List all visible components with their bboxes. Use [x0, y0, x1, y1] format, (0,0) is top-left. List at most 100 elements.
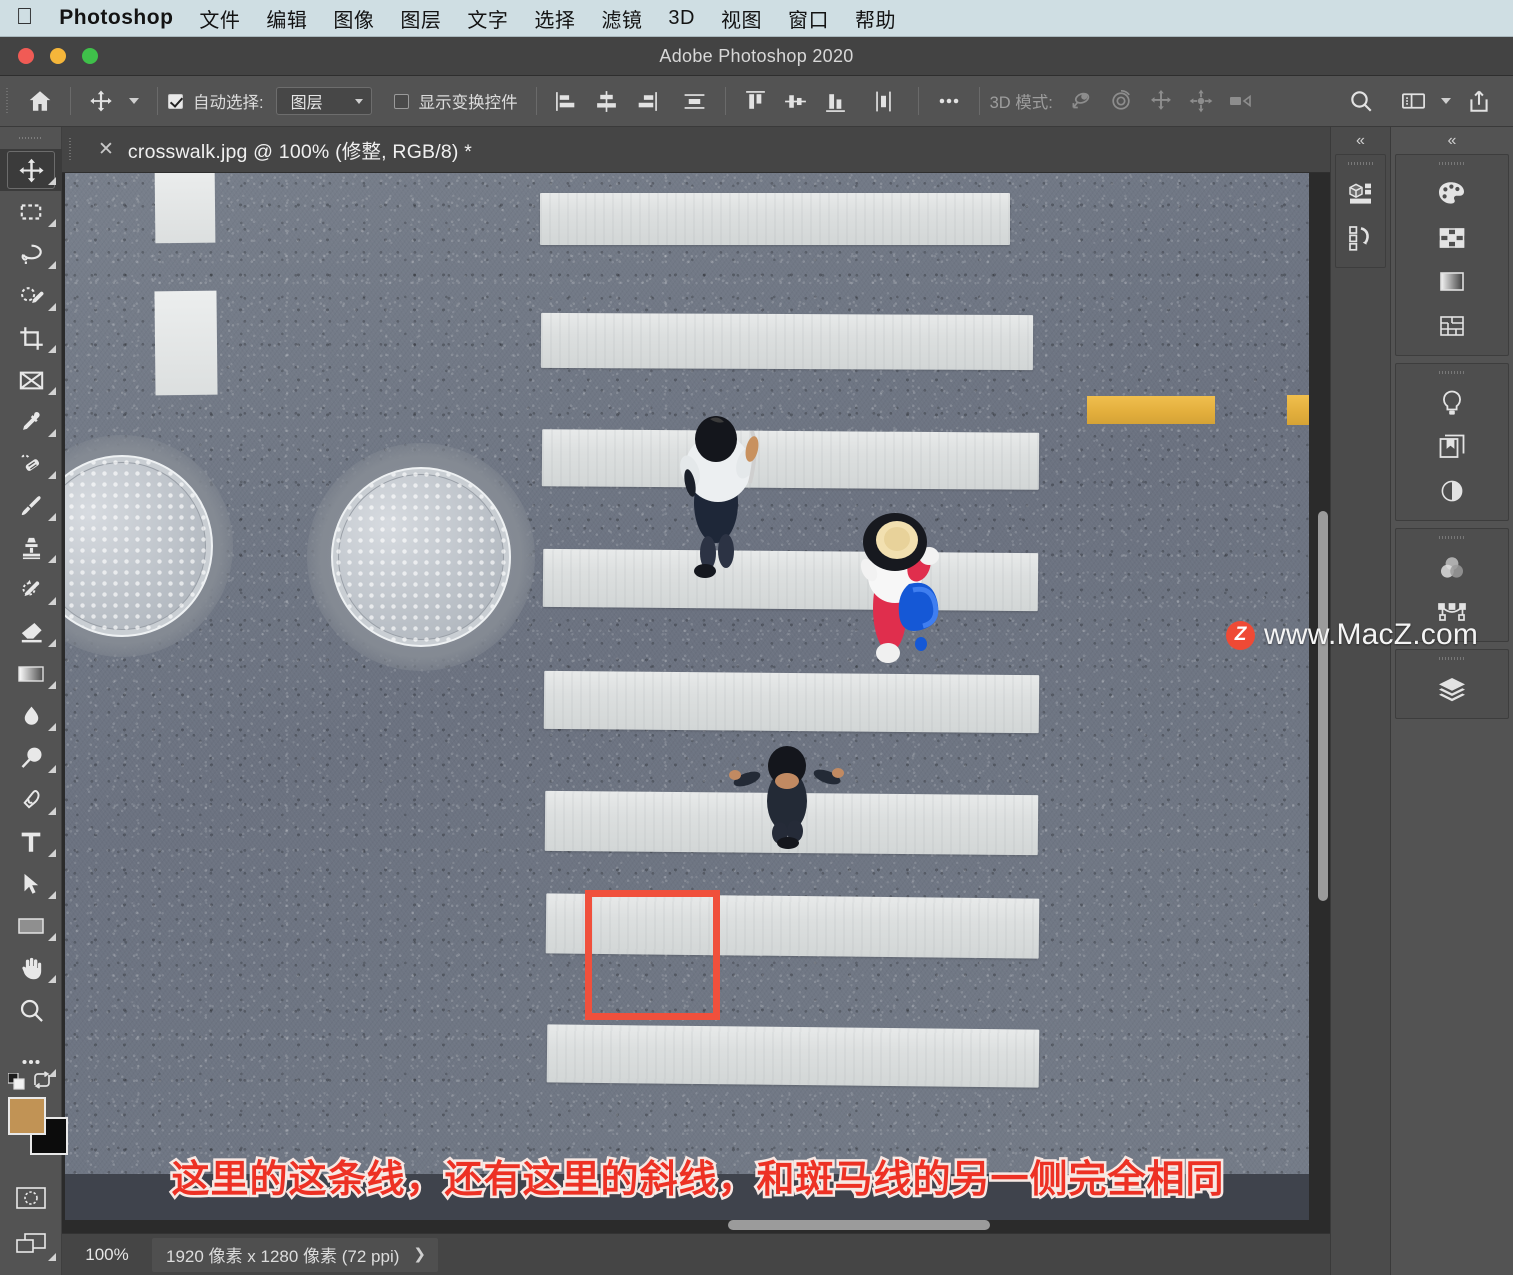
screen-mode-button[interactable]: [0, 1221, 62, 1267]
layers-icon[interactable]: [1396, 667, 1508, 711]
maximize-window-button[interactable]: [82, 48, 98, 64]
menu-item-edit[interactable]: 编辑: [253, 4, 320, 33]
paths-icon[interactable]: [1396, 590, 1508, 634]
crosswalk-photo[interactable]: [65, 173, 1309, 1220]
adjustments-bulb-icon[interactable]: [1396, 381, 1508, 425]
canvas-area[interactable]: [62, 173, 1330, 1233]
3d-slide-icon[interactable]: [1181, 81, 1221, 121]
align-vertical-center-icon[interactable]: [776, 81, 816, 121]
options-bar-grip[interactable]: [0, 76, 14, 127]
frame-tool[interactable]: [0, 359, 62, 401]
pen-tool[interactable]: [0, 779, 62, 821]
move-tool[interactable]: [0, 149, 62, 191]
zoom-level-value[interactable]: 100%: [62, 1245, 152, 1265]
menu-item-layer[interactable]: 图层: [387, 4, 454, 33]
chevron-right-icon[interactable]: ❯: [413, 1245, 426, 1263]
align-right-icon[interactable]: [627, 81, 667, 121]
gradient-tool[interactable]: [0, 653, 62, 695]
tools-panel-grip[interactable]: [0, 127, 61, 149]
workspace-layout-icon[interactable]: [1393, 81, 1433, 121]
apple-logo-icon[interactable]: : [16, 5, 33, 28]
dodge-tool[interactable]: [0, 737, 62, 779]
distribute-vertical-icon[interactable]: [864, 81, 904, 121]
dock-group-grip[interactable]: [1396, 364, 1508, 381]
align-top-icon[interactable]: [736, 81, 776, 121]
swap-colors-icon[interactable]: [32, 1071, 52, 1094]
collapse-panels-button-inner[interactable]: «: [1331, 127, 1390, 154]
dock-group-grip[interactable]: [1336, 155, 1385, 172]
quick-mask-button[interactable]: [0, 1175, 62, 1221]
quick-select-tool[interactable]: [0, 275, 62, 317]
canvas-vertical-scrollbar[interactable]: [1318, 511, 1328, 901]
swatches-grid-icon[interactable]: [1396, 216, 1508, 260]
libraries-icon[interactable]: [1396, 425, 1508, 469]
document-info[interactable]: 1920 像素 x 1280 像素 (72 ppi) ❯: [152, 1238, 438, 1272]
gradients-icon[interactable]: [1396, 260, 1508, 304]
3d-roll-icon[interactable]: [1101, 81, 1141, 121]
color-palette-icon[interactable]: [1396, 172, 1508, 216]
menu-item-type[interactable]: 文字: [454, 4, 521, 33]
home-icon[interactable]: [20, 81, 60, 121]
collapse-panels-button-outer[interactable]: «: [1391, 127, 1513, 154]
spot-healing-tool[interactable]: [0, 443, 62, 485]
close-window-button[interactable]: [18, 48, 34, 64]
eyedropper-tool[interactable]: [0, 401, 62, 443]
tool-flyout-triangle-icon: [48, 261, 56, 269]
document-tab-title[interactable]: crosswalk.jpg @ 100% (修整, RGB/8) *: [128, 135, 472, 164]
menu-item-view[interactable]: 视图: [708, 4, 775, 33]
tab-bar-grip[interactable]: [62, 127, 78, 173]
menu-item-filter[interactable]: 滤镜: [588, 4, 655, 33]
crop-tool[interactable]: [0, 317, 62, 359]
menu-item-help[interactable]: 帮助: [842, 4, 909, 33]
auto-select-dropdown[interactable]: 图层: [276, 87, 372, 115]
adjustment-layer-icon[interactable]: [1396, 469, 1508, 513]
history-brush-tool[interactable]: [0, 569, 62, 611]
dock-group-grip[interactable]: [1396, 529, 1508, 546]
more-options-icon[interactable]: [929, 81, 969, 121]
patterns-icon[interactable]: [1396, 304, 1508, 348]
3d-drag-icon[interactable]: [1141, 81, 1181, 121]
canvas-horizontal-scrollbar[interactable]: [728, 1220, 990, 1230]
dock-group-layers: [1395, 649, 1509, 719]
type-tool[interactable]: [0, 821, 62, 863]
chevron-down-icon[interactable]: [1433, 81, 1459, 121]
menu-item-select[interactable]: 选择: [521, 4, 588, 33]
menu-item-image[interactable]: 图像: [320, 4, 387, 33]
zoom-tool[interactable]: [0, 989, 62, 1031]
dock-group-grip[interactable]: [1396, 650, 1508, 667]
align-horizontal-center-icon[interactable]: [587, 81, 627, 121]
clone-stamp-tool[interactable]: [0, 527, 62, 569]
menu-item-window[interactable]: 窗口: [775, 4, 842, 33]
3d-panel-icon[interactable]: [1336, 172, 1385, 216]
show-transform-checkbox[interactable]: [394, 94, 409, 109]
close-icon[interactable]: ✕: [78, 140, 128, 159]
lasso-tool[interactable]: [0, 233, 62, 275]
3d-rotate-icon[interactable]: [1061, 81, 1101, 121]
default-colors-icon[interactable]: [8, 1073, 24, 1089]
share-export-icon[interactable]: [1459, 81, 1499, 121]
marquee-tool[interactable]: [0, 191, 62, 233]
hand-tool[interactable]: [0, 947, 62, 989]
3d-scale-icon[interactable]: [1221, 81, 1261, 121]
blur-tool[interactable]: [0, 695, 62, 737]
tool-preset-chevron-icon[interactable]: [121, 81, 147, 121]
auto-select-checkbox[interactable]: [168, 94, 183, 109]
align-bottom-icon[interactable]: [816, 81, 856, 121]
distribute-horizontal-icon[interactable]: [675, 81, 715, 121]
menu-item-file[interactable]: 文件: [186, 4, 253, 33]
minimize-window-button[interactable]: [50, 48, 66, 64]
brush-tool[interactable]: [0, 485, 62, 527]
dock-group-grip[interactable]: [1396, 155, 1508, 172]
channels-icon[interactable]: [1396, 546, 1508, 590]
foreground-color-swatch[interactable]: [8, 1097, 46, 1135]
move-tool-icon[interactable]: [81, 81, 121, 121]
path-selection-tool[interactable]: [0, 863, 62, 905]
search-icon[interactable]: [1341, 81, 1381, 121]
selection-rectangle[interactable]: [585, 890, 720, 1020]
actions-panel-icon[interactable]: [1336, 216, 1385, 260]
shape-tool[interactable]: [0, 905, 62, 947]
menu-item-photoshop[interactable]: Photoshop: [55, 6, 186, 30]
eraser-tool[interactable]: [0, 611, 62, 653]
align-left-icon[interactable]: [547, 81, 587, 121]
menu-item-3d[interactable]: 3D: [655, 7, 708, 30]
